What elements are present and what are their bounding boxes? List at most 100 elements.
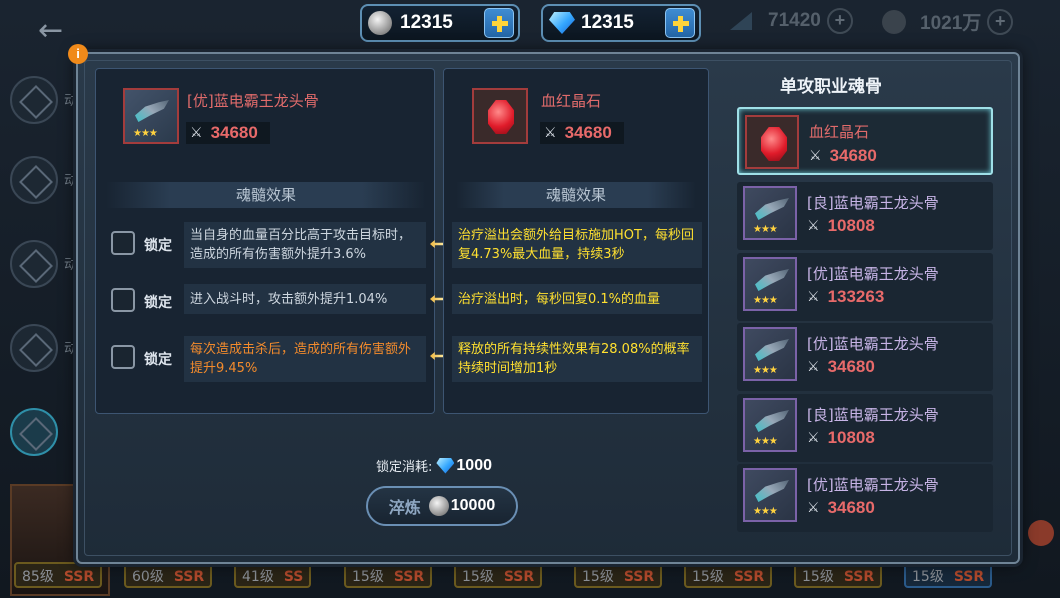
crossed-swords-icon: ⚔ <box>807 289 820 305</box>
bone-item-name: [优]蓝电霸王龙头骨 <box>807 476 939 494</box>
bone-item-power: ⚔ 10808 <box>807 216 875 236</box>
crossed-swords-icon: ⚔ <box>807 500 820 516</box>
bone-list-item[interactable]: ★★★ [优]蓝电霸王龙头骨 ⚔ 34680 <box>737 323 993 391</box>
effect-row-2: 进入战斗时，攻击额外提升1.04% <box>184 284 426 314</box>
silver-coin-icon <box>368 11 392 35</box>
chip-rarity: SSR <box>733 569 765 585</box>
side-nav-sun-icon[interactable] <box>10 156 58 204</box>
bone-item-name: [优]蓝电霸王龙头骨 <box>807 335 939 353</box>
hero-level-chip[interactable]: 15级 SSR <box>574 562 663 588</box>
power-value: 10808 <box>827 216 875 235</box>
silver-coin-icon <box>428 496 449 516</box>
bone-list-item[interactable]: ★★★ [良]蓝电霸王龙头骨 ⚔ 10808 <box>737 394 993 462</box>
crossed-swords-icon: ⚔ <box>809 148 822 164</box>
chip-level: 15级 <box>462 569 494 585</box>
hero-level-chip[interactable]: 15级 SSR <box>454 562 543 588</box>
hero-level-chip[interactable]: 15级 SSR <box>684 562 773 588</box>
dragon-skull-icon <box>755 198 789 220</box>
new-bone-power: ⚔ 34680 <box>544 123 612 143</box>
side-nav-plant-icon[interactable] <box>10 76 58 124</box>
power-value: 34680 <box>827 498 875 517</box>
chip-level: 15级 <box>912 569 944 585</box>
hero-level-chip[interactable]: 85级 SSR <box>14 562 103 588</box>
chip-rarity: SSR <box>953 569 985 585</box>
crossed-swords-icon: ⚔ <box>807 430 820 446</box>
refine-button-label: 淬炼 <box>388 498 421 517</box>
bone-item-power: ⚔ 34680 <box>807 498 875 518</box>
dim-currency-2-value: 1021万 <box>920 13 982 34</box>
lock-checkbox-3[interactable] <box>111 345 135 369</box>
bone-item-name: [优]蓝电霸王龙头骨 <box>807 265 939 283</box>
power-value: 10808 <box>827 428 875 447</box>
chip-level: 15级 <box>802 569 834 585</box>
dragon-skull-icon <box>135 100 169 122</box>
chip-rarity: SSR <box>843 569 875 585</box>
lock-label: 锁定 <box>144 238 172 254</box>
star-rating: ★★★ <box>753 436 778 447</box>
bone-list-title: 单攻职业魂骨 <box>780 77 882 97</box>
side-nav-shield-icon[interactable] <box>10 408 58 456</box>
bone-list-item[interactable]: ★★★ [优]蓝电霸王龙头骨 ⚔ 133263 <box>737 253 993 321</box>
bone-list-item[interactable]: ★★★ [良]蓝电霸王龙头骨 ⚔ 10808 <box>737 182 993 250</box>
chip-level: 41级 <box>242 569 274 585</box>
current-bone-name: [优]蓝电霸王龙头骨 <box>187 92 319 110</box>
bone-item-icon: ★★★ <box>743 186 797 240</box>
side-nav-wolf-icon[interactable] <box>10 324 58 372</box>
chip-rarity: SS <box>283 569 304 585</box>
chip-rarity: SSR <box>393 569 425 585</box>
hero-level-chip[interactable]: 41级 SS <box>234 562 312 588</box>
star-rating: ★★★ <box>133 128 158 139</box>
lock-checkbox-1[interactable] <box>111 231 135 255</box>
add-currency-1-button[interactable]: + <box>826 8 853 34</box>
crossed-swords-icon: ⚔ <box>190 125 203 141</box>
gold-coin-icon <box>882 9 906 34</box>
feather-icon <box>730 12 752 30</box>
bone-list-item[interactable]: 血红晶石 ⚔ 34680 <box>737 107 993 175</box>
chip-rarity: SSR <box>173 569 205 585</box>
corner-notification-icon[interactable] <box>1028 520 1054 546</box>
side-nav-compass-icon[interactable] <box>10 240 58 288</box>
lock-cost-label: 锁定消耗: <box>376 460 433 475</box>
chip-rarity: SSR <box>623 569 655 585</box>
red-crystal-icon <box>488 100 514 134</box>
chip-rarity: SSR <box>503 569 535 585</box>
current-bone-power: ⚔ 34680 <box>190 123 258 143</box>
refine-button[interactable]: 淬炼 10000 <box>366 486 518 526</box>
new-bone-name: 血红晶石 <box>541 92 602 110</box>
new-bone-icon[interactable] <box>472 88 528 144</box>
new-effect-row-1: 治疗溢出会额外给目标施加HOT，每秒回复4.73%最大血量，持续3秒 <box>452 222 702 268</box>
power-value: 34680 <box>210 123 258 142</box>
star-rating: ★★★ <box>753 295 778 306</box>
dragon-skull-icon <box>755 339 789 361</box>
new-effect-row-3: 释放的所有持续性效果有28.08%的概率持续时间增加1秒 <box>452 336 702 382</box>
crossed-swords-icon: ⚔ <box>807 218 820 234</box>
silver-amount: 12315 <box>400 12 453 33</box>
dim-currency-1-value: 71420 <box>768 10 821 31</box>
refine-cost: 10000 <box>450 497 496 514</box>
bone-item-icon: ★★★ <box>743 468 797 522</box>
star-rating: ★★★ <box>753 506 778 517</box>
hero-level-chip[interactable]: 15级 SSR <box>344 562 433 588</box>
power-value: 34680 <box>827 357 875 376</box>
hero-level-chip[interactable]: 60级 SSR <box>124 562 213 588</box>
chip-level: 15级 <box>582 569 614 585</box>
add-currency-2-button[interactable]: + <box>987 8 1014 35</box>
chip-level: 15级 <box>692 569 724 585</box>
hero-level-chip[interactable]: 15级 SSR <box>794 562 883 588</box>
dragon-skull-icon <box>755 269 789 291</box>
back-arrow-icon[interactable]: ← <box>38 14 72 48</box>
add-diamond-button[interactable] <box>665 8 695 38</box>
bone-item-name: [良]蓝电霸王龙头骨 <box>807 406 939 424</box>
chip-rarity: SSR <box>63 569 95 585</box>
hero-level-chip[interactable]: 15级 SSR <box>904 562 993 588</box>
bone-list-item[interactable]: ★★★ [优]蓝电霸王龙头骨 ⚔ 34680 <box>737 464 993 532</box>
effect-row-3: 每次造成击杀后，造成的所有伤害额外提升9.45% <box>184 336 426 382</box>
info-icon[interactable]: i <box>68 44 88 64</box>
bone-item-power: ⚔ 34680 <box>807 357 875 377</box>
lock-checkbox-2[interactable] <box>111 288 135 312</box>
bone-item-icon: ★★★ <box>743 257 797 311</box>
dragon-skull-icon <box>755 480 789 502</box>
bone-item-icon: ★★★ <box>743 398 797 452</box>
current-bone-icon[interactable]: ★★★ <box>123 88 179 144</box>
add-silver-button[interactable] <box>484 8 514 38</box>
